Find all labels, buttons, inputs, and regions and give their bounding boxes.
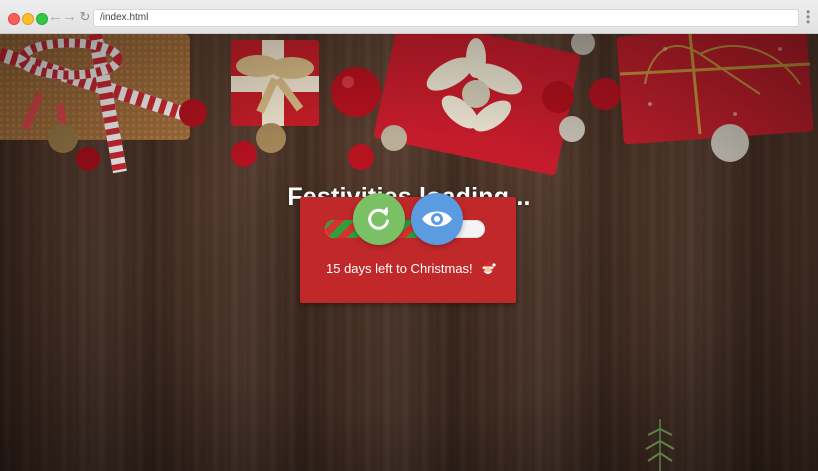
eye-icon — [422, 211, 452, 227]
minimize-window-button[interactable] — [22, 13, 34, 25]
browser-menu-icon[interactable]: • • • — [806, 6, 810, 28]
view-button[interactable] — [411, 193, 463, 245]
close-window-button[interactable] — [8, 13, 20, 25]
back-arrow-icon[interactable]: ← — [48, 9, 63, 25]
countdown-card: 15 days left to Christmas! — [300, 197, 516, 303]
pine-sprig-image — [645, 419, 675, 471]
countdown-text: 15 days left to Christmas! — [326, 261, 473, 276]
santa-emoji-icon — [482, 261, 496, 274]
refresh-button[interactable] — [353, 193, 405, 245]
reload-icon[interactable]: ↻ — [78, 9, 92, 25]
forward-arrow-icon[interactable]: → — [62, 9, 77, 25]
address-bar[interactable]: /index.html — [93, 9, 799, 27]
address-text: /index.html — [100, 12, 149, 23]
countdown-text-container: 15 days left to Christmas! — [326, 260, 496, 276]
refresh-icon — [368, 206, 389, 230]
maximize-window-button[interactable] — [36, 13, 48, 25]
browser-toolbar: ← → ↻ /index.html • • • — [0, 0, 818, 34]
